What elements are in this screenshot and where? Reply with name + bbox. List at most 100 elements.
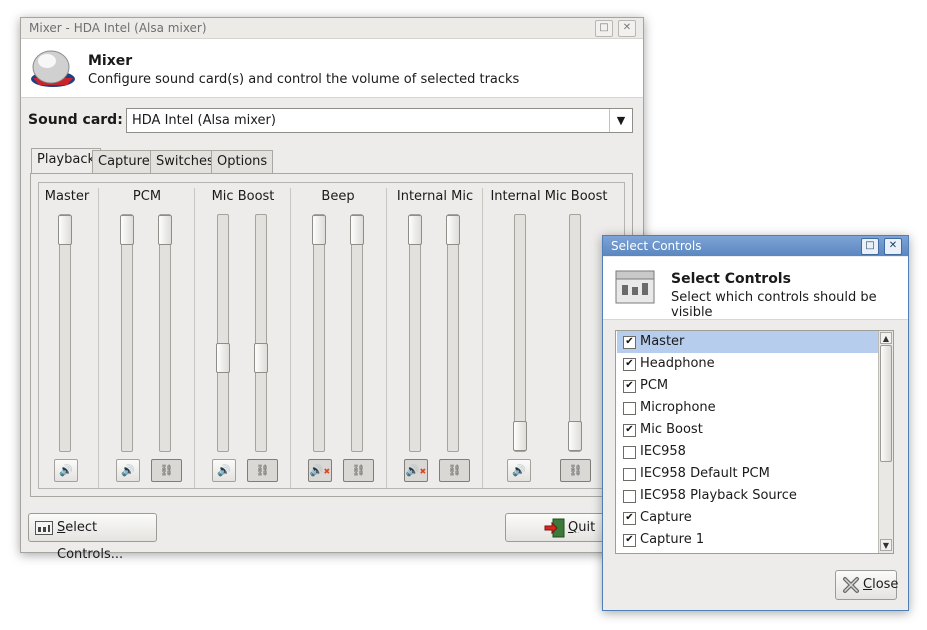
- close-mnemonic: C: [863, 577, 873, 592]
- checkbox[interactable]: [623, 446, 636, 459]
- link-icon: ⛓: [447, 464, 462, 477]
- checkbox[interactable]: ✔: [623, 512, 636, 525]
- volume-slider-master[interactable]: [58, 214, 72, 452]
- mixer-header: Mixer Configure sound card(s) and contro…: [21, 39, 643, 98]
- checkbox[interactable]: [623, 402, 636, 415]
- tab-switches[interactable]: Switches: [150, 150, 220, 173]
- chevron-down-icon[interactable]: ▼: [609, 109, 632, 132]
- list-item[interactable]: ✔ Headphone: [617, 353, 878, 375]
- mixer-header-subtitle: Configure sound card(s) and control the …: [88, 72, 520, 87]
- slider-thumb[interactable]: [513, 421, 527, 451]
- speaker-muted-icon: 🔊: [309, 464, 324, 477]
- link-toggle-internal-mic-boost[interactable]: ⛓: [560, 459, 591, 482]
- volume-slider-internal-mic-left[interactable]: [408, 214, 422, 452]
- list-item[interactable]: ✔ Master: [617, 331, 878, 353]
- select-controls-label: elect Controls...: [57, 520, 124, 562]
- link-icon: ⛓: [255, 464, 270, 477]
- tab-capture[interactable]: Capture: [92, 150, 156, 173]
- list-item[interactable]: ✔ Capture 1: [617, 529, 878, 551]
- channel-separator: [194, 188, 195, 488]
- link-toggle-mic-boost[interactable]: ⛓: [247, 459, 278, 482]
- mute-toggle-internal-mic[interactable]: 🔊✖: [404, 459, 428, 482]
- list-item[interactable]: ✔ Capture: [617, 507, 878, 529]
- list-item-label: Microphone: [640, 400, 716, 415]
- checkbox[interactable]: [623, 490, 636, 503]
- checkbox[interactable]: ✔: [623, 336, 636, 349]
- checkbox[interactable]: ✔: [623, 358, 636, 371]
- slider-thumb[interactable]: [120, 215, 134, 245]
- checkbox[interactable]: ✔: [623, 424, 636, 437]
- volume-slider-internal-mic-right[interactable]: [446, 214, 460, 452]
- slider-thumb[interactable]: [350, 215, 364, 245]
- maximize-button[interactable]: □: [595, 20, 613, 37]
- mixer-header-title: Mixer: [88, 53, 133, 69]
- mixer-titlebar[interactable]: Mixer - HDA Intel (Alsa mixer) □ ✕: [21, 18, 643, 39]
- close-button[interactable]: ✕: [884, 238, 902, 255]
- list-item[interactable]: IEC958 Playback Source: [617, 485, 878, 507]
- mute-toggle-pcm[interactable]: 🔊: [116, 459, 140, 482]
- list-item-label: IEC958 Default PCM: [640, 466, 770, 481]
- volume-slider-internal-mic-boost-right[interactable]: [568, 214, 582, 452]
- tab-options[interactable]: Options: [211, 150, 274, 173]
- checkbox[interactable]: [623, 468, 636, 481]
- mute-toggle-internal-mic-boost[interactable]: 🔊: [507, 459, 531, 482]
- list-item-label: Capture: [640, 510, 692, 525]
- channel-label-internal-mic-boost: Internal Mic Boost: [490, 189, 608, 204]
- select-controls-icon: [35, 521, 53, 535]
- sound-card-label: Sound card:: [28, 112, 123, 128]
- link-toggle-internal-mic[interactable]: ⛓: [439, 459, 470, 482]
- select-controls-titlebar[interactable]: Select Controls □ ✕: [603, 236, 908, 256]
- channel-label-mic-boost: Mic Boost: [211, 189, 275, 204]
- slider-thumb[interactable]: [158, 215, 172, 245]
- mute-x-icon: ✖: [323, 467, 331, 476]
- mute-toggle-master[interactable]: 🔊: [54, 459, 78, 482]
- maximize-button[interactable]: □: [861, 238, 879, 255]
- list-scrollbar[interactable]: ▲ ▼: [878, 331, 893, 553]
- volume-slider-beep-right[interactable]: [350, 214, 364, 452]
- slider-thumb[interactable]: [446, 215, 460, 245]
- mixer-window-title: Mixer - HDA Intel (Alsa mixer): [29, 21, 207, 35]
- list-item[interactable]: IEC958 Default PCM: [617, 463, 878, 485]
- volume-slider-internal-mic-boost-left[interactable]: [513, 214, 527, 452]
- list-item[interactable]: IEC958: [617, 441, 878, 463]
- close-dialog-button[interactable]: Close: [835, 570, 899, 600]
- mute-toggle-beep[interactable]: 🔊✖: [308, 459, 332, 482]
- checkbox[interactable]: ✔: [623, 380, 636, 393]
- list-item[interactable]: ✔ PCM: [617, 375, 878, 397]
- volume-slider-pcm-right[interactable]: [158, 214, 172, 452]
- slider-thumb[interactable]: [568, 421, 582, 451]
- link-toggle-beep[interactable]: ⛓: [343, 459, 374, 482]
- tab-playback[interactable]: Playback: [31, 148, 102, 173]
- link-icon: ⛓: [351, 464, 366, 477]
- volume-slider-mic-boost-left[interactable]: [216, 214, 230, 452]
- list-item-label: Master: [640, 334, 685, 349]
- channel-label-master: Master: [44, 189, 90, 204]
- speaker-icon: 🔊: [121, 464, 135, 477]
- close-label: lose: [872, 577, 899, 592]
- select-controls-button[interactable]: Select Controls...: [28, 513, 157, 562]
- channel-label-beep: Beep: [321, 189, 355, 204]
- checkbox[interactable]: ✔: [623, 534, 636, 547]
- mute-toggle-mic-boost[interactable]: 🔊: [212, 459, 236, 482]
- scroll-down-arrow-icon[interactable]: ▼: [880, 539, 892, 551]
- sound-card-combobox[interactable]: HDA Intel (Alsa mixer) ▼: [126, 108, 633, 133]
- slider-thumb[interactable]: [58, 215, 72, 245]
- mute-x-icon: ✖: [419, 467, 427, 476]
- slider-thumb[interactable]: [408, 215, 422, 245]
- quit-button[interactable]: Quit: [505, 513, 605, 542]
- volume-slider-beep-left[interactable]: [312, 214, 326, 452]
- scrollbar-thumb[interactable]: [880, 345, 892, 462]
- slider-thumb[interactable]: [312, 215, 326, 245]
- list-item[interactable]: ✔ Mic Boost: [617, 419, 878, 441]
- list-item[interactable]: Microphone: [617, 397, 878, 419]
- list-item-label: PCM: [640, 378, 669, 393]
- speaker-muted-icon: 🔊: [405, 464, 420, 477]
- volume-slider-pcm-left[interactable]: [120, 214, 134, 452]
- close-button[interactable]: ✕: [618, 20, 636, 37]
- slider-thumb[interactable]: [216, 343, 230, 373]
- volume-slider-mic-boost-right[interactable]: [254, 214, 268, 452]
- slider-thumb[interactable]: [254, 343, 268, 373]
- list-item-label: Headphone: [640, 356, 715, 371]
- link-toggle-pcm[interactable]: ⛓: [151, 459, 182, 482]
- scroll-up-arrow-icon[interactable]: ▲: [880, 332, 892, 344]
